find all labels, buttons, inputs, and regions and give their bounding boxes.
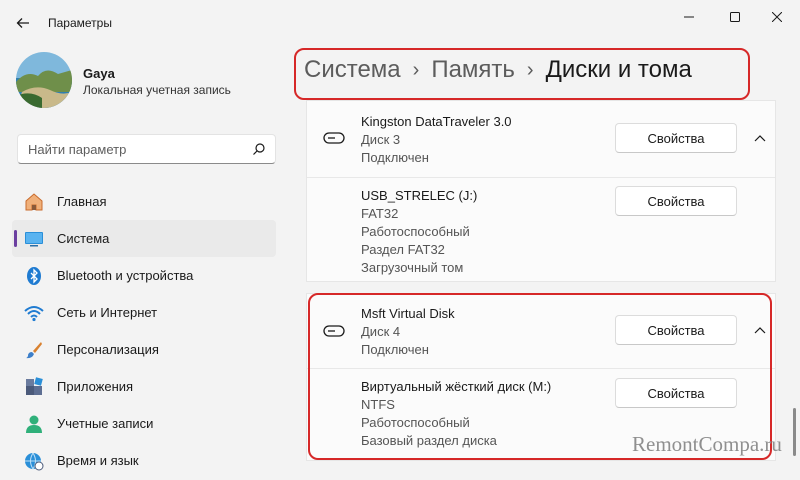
account-icon [26, 415, 42, 433]
watermark: RemontCompa.ru [632, 432, 782, 456]
search-placeholder: Найти параметр [28, 142, 127, 157]
sidebar-item-label: Система [57, 231, 110, 246]
volume-filesystem: FAT32 [361, 206, 399, 221]
sidebar-item-accounts[interactable]: Учетные записи [12, 405, 276, 442]
window-title: Параметры [48, 16, 112, 30]
sidebar-item-bluetooth[interactable]: Bluetooth и устройства [12, 257, 276, 294]
volume-type: Загрузочный том [361, 260, 464, 275]
globe-clock-icon [25, 452, 44, 471]
sidebar-item-personalization[interactable]: Персонализация [12, 331, 276, 368]
wifi-icon [24, 306, 44, 322]
disk-status: Подключен [361, 150, 429, 165]
main-content: Система › Память › Диски и тома Kingston… [294, 0, 800, 480]
volume-row: USB_STRELEC (J:) FAT32 Работоспособный Р… [307, 178, 775, 282]
breadcrumb: Система › Память › Диски и тома [304, 56, 692, 84]
breadcrumb-chevron-icon: › [412, 58, 420, 81]
volume-properties-button[interactable]: Свойства [615, 186, 737, 216]
sidebar-item-apps[interactable]: Приложения [12, 368, 276, 405]
drive-icon [323, 132, 345, 144]
back-arrow-icon [16, 18, 29, 28]
bluetooth-icon [27, 267, 41, 285]
sidebar-item-label: Сеть и Интернет [57, 305, 158, 320]
sidebar-item-label: Приложения [57, 379, 134, 394]
breadcrumb-item-system[interactable]: Система [304, 56, 401, 84]
sidebar-item-label: Учетные записи [57, 416, 154, 431]
chevron-up-icon[interactable] [753, 131, 767, 145]
disk-name: Kingston DataTraveler 3.0 [361, 114, 512, 129]
sidebar-item-label: Главная [57, 194, 107, 209]
sidebar-item-system[interactable]: Система [12, 220, 276, 257]
volume-name: USB_STRELEC (J:) [361, 188, 478, 203]
sidebar-item-label: Bluetooth и устройства [57, 268, 194, 283]
sidebar-item-time-language[interactable]: Время и язык [12, 442, 276, 479]
system-icon [25, 232, 43, 247]
disk-row: Kingston DataTraveler 3.0 Диск 3 Подключ… [307, 101, 775, 178]
search-input[interactable]: Найти параметр [17, 134, 276, 164]
disk-number: Диск 3 [361, 132, 401, 147]
home-icon [25, 193, 43, 211]
sidebar-item-label: Время и язык [57, 453, 139, 468]
user-profile[interactable]: Gaya Локальная учетная запись [16, 52, 276, 112]
volume-info: USB_STRELEC (J:) FAT32 Работоспособный Р… [361, 187, 477, 277]
brush-icon [26, 342, 42, 359]
user-name: Gaya [83, 66, 115, 81]
sidebar-item-home[interactable]: Главная [12, 183, 276, 220]
avatar [16, 52, 72, 108]
back-button[interactable] [10, 10, 36, 36]
breadcrumb-item-storage[interactable]: Память [431, 56, 515, 84]
sidebar-item-network[interactable]: Сеть и Интернет [12, 294, 276, 331]
account-type: Локальная учетная запись [83, 83, 231, 97]
disk-properties-button[interactable]: Свойства [615, 123, 737, 153]
breadcrumb-chevron-icon: › [526, 58, 534, 81]
page-title: Диски и тома [545, 56, 692, 83]
volume-partition: Раздел FAT32 [361, 242, 445, 257]
search-icon [253, 143, 265, 155]
sidebar-item-label: Персонализация [57, 342, 159, 357]
apps-icon [26, 377, 43, 395]
sidebar-nav: Главная Система Bluetooth и устройства С… [12, 183, 276, 479]
disk-card: Kingston DataTraveler 3.0 Диск 3 Подключ… [306, 100, 776, 282]
disk-info: Kingston DataTraveler 3.0 Диск 3 Подключ… [361, 113, 512, 167]
volume-health: Работоспособный [361, 224, 470, 239]
scrollbar-thumb[interactable] [793, 408, 796, 456]
